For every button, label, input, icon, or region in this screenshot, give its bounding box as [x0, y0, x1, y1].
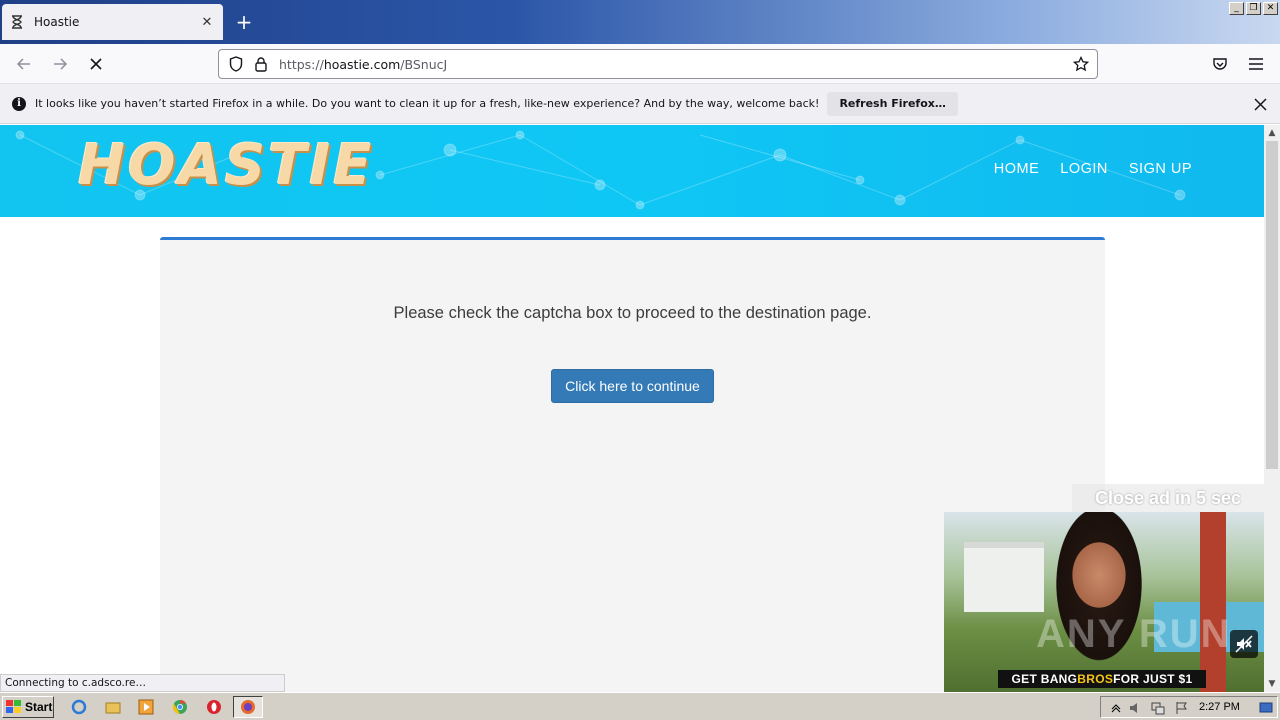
hourglass-icon	[10, 15, 24, 29]
tab-hoastie[interactable]: Hoastie ✕	[2, 4, 223, 40]
site-nav: HOME LOGIN SIGN UP	[994, 161, 1192, 177]
captcha-message: Please check the captcha box to proceed …	[393, 304, 872, 322]
scrollbar-thumb[interactable]	[1266, 141, 1278, 469]
window-controls: _ ❐ ✕	[1229, 2, 1278, 15]
hamburger-menu-icon[interactable]	[1244, 52, 1268, 76]
scroll-down-icon[interactable]: ▼	[1264, 676, 1280, 692]
media-player-icon[interactable]	[137, 698, 155, 716]
ad-banner[interactable]: GET BANG BROS FOR JUST $1	[998, 670, 1206, 688]
url-text[interactable]: https://hoastie.com/BSnucJ	[279, 57, 1064, 72]
watermark: ANY RUN	[1036, 612, 1232, 656]
tracking-shield-icon[interactable]	[228, 56, 244, 72]
title-bar: Hoastie ✕ + _ ❐ ✕	[0, 0, 1280, 44]
firefox-icon	[239, 698, 257, 716]
site-header: HOASTIE HOME LOGIN SIGN UP	[0, 125, 1264, 217]
navigation-toolbar: https://hoastie.com/BSnucJ	[0, 44, 1280, 84]
mute-icon[interactable]	[1230, 630, 1258, 658]
volume-icon[interactable]	[1127, 699, 1145, 717]
info-icon: i	[12, 96, 26, 111]
continue-button[interactable]: Click here to continue	[551, 369, 714, 403]
ad-house-image	[964, 542, 1044, 612]
network-icon[interactable]	[1149, 699, 1167, 717]
clock: 2:27 PM	[1199, 701, 1240, 713]
tab-close-icon[interactable]: ✕	[199, 14, 215, 30]
nav-home-link[interactable]: HOME	[994, 161, 1040, 177]
stop-loading-icon[interactable]	[84, 52, 108, 76]
tray-expand-icon[interactable]	[1107, 699, 1125, 717]
start-button[interactable]: Start	[2, 696, 54, 718]
restore-icon[interactable]: ❐	[1246, 2, 1261, 15]
window-close-icon[interactable]: ✕	[1263, 2, 1278, 15]
nav-signup-link[interactable]: SIGN UP	[1129, 161, 1192, 177]
nav-login-link[interactable]: LOGIN	[1060, 161, 1108, 177]
ad-person-image	[1044, 512, 1154, 692]
ad-pole-image	[1200, 512, 1226, 692]
back-icon[interactable]	[12, 52, 36, 76]
site-logo[interactable]: HOASTIE	[78, 133, 374, 198]
bookmark-star-icon[interactable]	[1073, 56, 1089, 72]
opera-icon[interactable]	[205, 698, 223, 716]
forward-icon[interactable]	[48, 52, 72, 76]
taskbar: Start 2:27 PM	[0, 692, 1280, 720]
pocket-icon[interactable]	[1208, 52, 1232, 76]
close-ad-countdown[interactable]: Close ad in 5 sec	[1072, 484, 1264, 512]
vertical-scrollbar[interactable]: ▲ ▼	[1264, 125, 1280, 692]
scroll-up-icon[interactable]: ▲	[1264, 125, 1280, 141]
new-tab-icon[interactable]: +	[232, 10, 256, 34]
minimize-icon[interactable]: _	[1229, 2, 1244, 15]
lock-icon[interactable]	[253, 56, 269, 72]
ie-icon[interactable]	[70, 698, 88, 716]
system-tray: 2:27 PM	[1100, 696, 1278, 718]
show-desktop-icon[interactable]	[1257, 699, 1275, 717]
refresh-firefox-button[interactable]: Refresh Firefox…	[827, 91, 958, 116]
video-ad[interactable]: ANY RUN GET BANG BROS FOR JUST $1	[944, 512, 1264, 692]
firefox-taskbar-button[interactable]	[233, 696, 263, 718]
notification-close-icon[interactable]	[1252, 96, 1268, 112]
notification-bar: i It looks like you haven’t started Fire…	[0, 84, 1280, 124]
flag-icon[interactable]	[1173, 699, 1191, 717]
windows-logo-icon	[6, 700, 21, 713]
chrome-icon[interactable]	[171, 698, 189, 716]
status-bar: Connecting to c.adsco.re…	[0, 674, 285, 692]
folder-icon[interactable]	[104, 698, 122, 716]
tab-title: Hoastie	[34, 15, 80, 29]
url-bar[interactable]: https://hoastie.com/BSnucJ	[218, 49, 1098, 79]
notification-message: It looks like you haven’t started Firefo…	[35, 97, 820, 110]
